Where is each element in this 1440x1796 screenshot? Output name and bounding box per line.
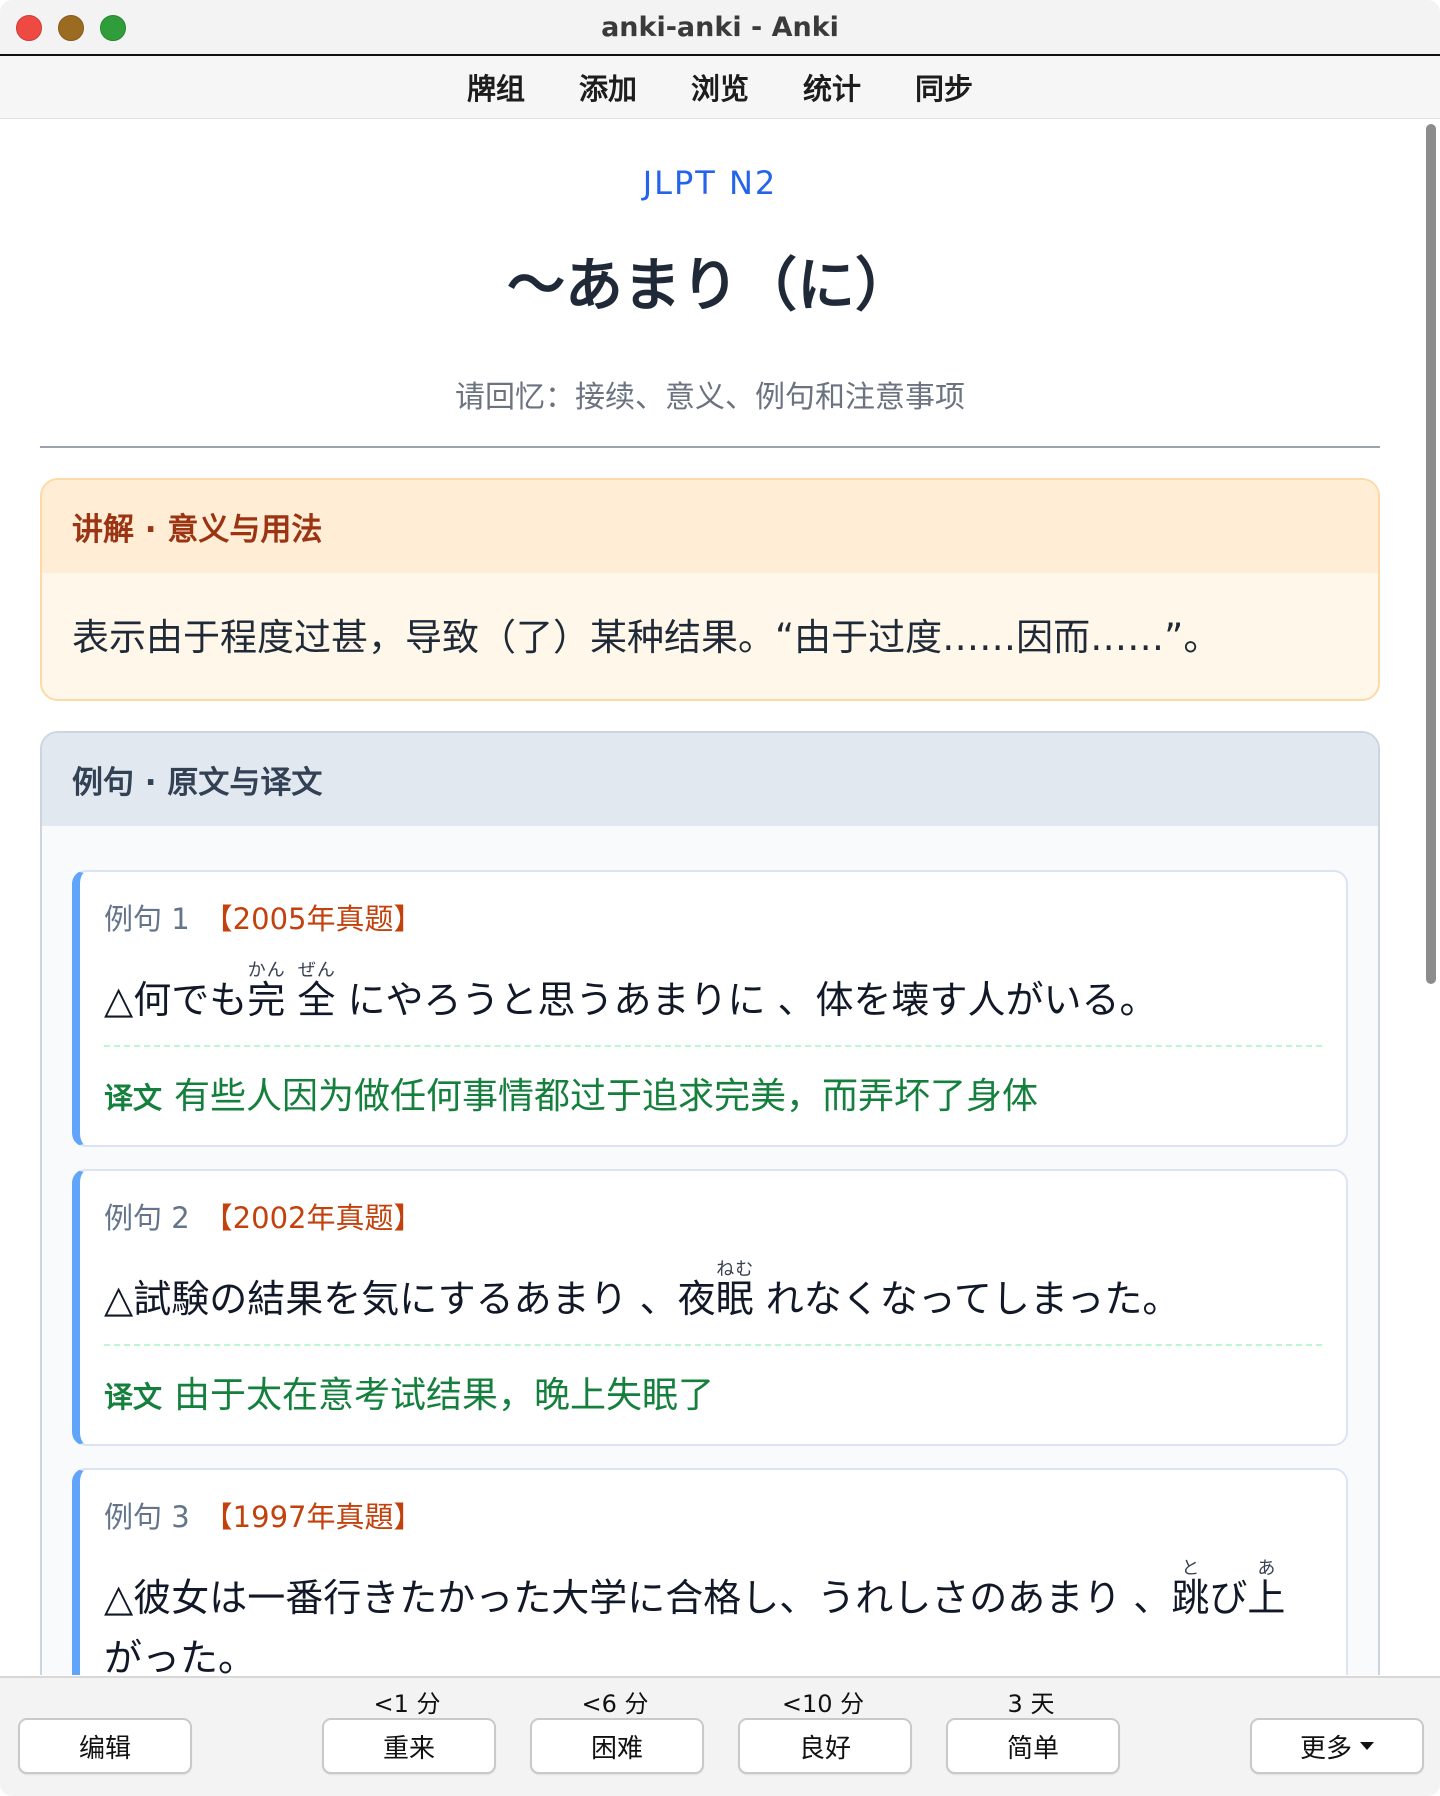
furigana: 眠ねむ (715, 1259, 754, 1321)
translation-tag: 译文 (104, 1080, 163, 1115)
again-button[interactable]: 重来 (322, 1718, 496, 1774)
reading: ぜん (297, 960, 336, 981)
kanji: 完 (247, 978, 286, 1022)
explanation-text: 表示由于程度过甚，导致（了）某种结果。“由于过度……因而……”。 (72, 616, 1221, 659)
grammar-title: ～あまり（に） (506, 251, 913, 319)
explanation-box: 讲解 · 意义与用法 表示由于程度过甚，导致（了）某种结果。“由于过度……因而…… (40, 478, 1380, 701)
example-meta: 例句 1 【2005年真题】 (104, 896, 1322, 938)
minimize-window-button[interactable] (58, 15, 84, 41)
level-label: JLPT N2 (642, 164, 778, 202)
examples-list: 例句 1 【2005年真题】 △何でも完かん 全ぜん にやろうと思うあまりに 、体… (42, 826, 1378, 1675)
example-label: 例句 3 (104, 1499, 190, 1534)
furigana: 上あ (1247, 1558, 1286, 1620)
menu-decks[interactable]: 牌组 (467, 66, 525, 108)
example-separator (104, 1044, 1322, 1047)
window-controls (16, 15, 126, 41)
zoom-window-button[interactable] (100, 15, 126, 41)
interval-easy: 3 天 (1007, 1690, 1055, 1718)
reading: かん (247, 960, 286, 981)
interval-again: <1 分 (373, 1690, 441, 1718)
example-card-3: 例句 3 【1997年真題】 △彼女は一番行きたかった大学に合格し、うれしさのあま… (72, 1467, 1348, 1675)
scrollbar-thumb[interactable] (1426, 124, 1436, 984)
edit-button[interactable]: 编辑 (18, 1718, 192, 1774)
title-bar: anki-anki - Anki (0, 0, 1440, 56)
answer-bar: 编辑 <1 分 重来 <6 分 困难 <10 分 良好 3 天 简单 更多 (0, 1676, 1440, 1796)
more-button[interactable]: 更多 (1250, 1718, 1424, 1774)
chevron-down-icon (1360, 1742, 1374, 1750)
interval-hard: <6 分 (581, 1690, 649, 1718)
kanji: 眠 (715, 1276, 754, 1321)
example-meta: 例句 2 【2002年真题】 (104, 1195, 1322, 1237)
recall-prompt: 请回忆：接续、意义、例句和注意事项 (455, 380, 965, 415)
top-menu: 牌组 添加 浏览 统计 同步 (0, 56, 1440, 119)
kanji: 跳 (1171, 1575, 1210, 1620)
jp-text: △彼女は一番行きたかった大学に合格し、うれしさのあまり 、 (104, 1575, 1172, 1620)
kanji: 全 (297, 978, 336, 1022)
translation-tag: 译文 (104, 1379, 163, 1414)
kanji: 上 (1247, 1575, 1286, 1620)
examples-box: 例句 · 原文与译文 例句 1 【2005年真题】 △何でも完かん 全ぜん にやろ… (40, 731, 1380, 1675)
more-label: 更多 (1299, 1733, 1352, 1764)
furigana: 完かん (247, 960, 286, 1022)
jp-text: び (1209, 1575, 1248, 1620)
hard-button[interactable]: 困难 (530, 1718, 704, 1774)
translation-text: 有些人因为做任何事情都过于追求完美，而弄坏了身体 (174, 1075, 1039, 1117)
close-window-button[interactable] (16, 15, 42, 41)
example-translation: 译文 有些人因为做任何事情都过于追求完美，而弄坏了身体 (104, 1067, 1322, 1119)
jp-text: △試験の結果を気にするあまり 、夜 (104, 1276, 716, 1321)
reading: と (1171, 1557, 1210, 1579)
examples-header: 例句 · 原文与译文 (42, 733, 1378, 826)
jp-text: がった。 (104, 1636, 257, 1675)
example-year: 【1997年真題】 (203, 1499, 423, 1534)
divider (40, 446, 1380, 448)
explanation-header: 讲解 · 意义与用法 (42, 480, 1378, 573)
example-card-1: 例句 1 【2005年真题】 △何でも完かん 全ぜん にやろうと思うあまりに 、体… (72, 870, 1348, 1147)
easy-button[interactable]: 简单 (946, 1718, 1120, 1774)
furigana: 全ぜん (297, 960, 336, 1022)
good-button[interactable]: 良好 (738, 1718, 912, 1774)
translation-text: 由于太在意考试结果，晚上失眠了 (174, 1374, 715, 1416)
menu-add[interactable]: 添加 (579, 66, 637, 108)
jp-text: れなくなってしまった。 (765, 1276, 1181, 1321)
menu-sync[interactable]: 同步 (915, 66, 973, 108)
example-japanese: △彼女は一番行きたかった大学に合格し、うれしさのあまり 、跳とび上あ がった。 (104, 1558, 1322, 1675)
example-japanese: △何でも完かん 全ぜん にやろうと思うあまりに 、体を壊す人がいる。 (104, 960, 1322, 1031)
reading: あ (1247, 1557, 1286, 1579)
menu-stats[interactable]: 统计 (803, 66, 861, 108)
jp-text: △何でも (104, 978, 248, 1022)
menu-browse[interactable]: 浏览 (691, 66, 749, 108)
window-title: anki-anki - Anki (601, 11, 839, 43)
example-japanese: △試験の結果を気にするあまり 、夜眠ねむ れなくなってしまった。 (104, 1259, 1322, 1330)
example-translation: 译文 由于太在意考试结果，晚上失眠了 (104, 1366, 1322, 1418)
example-separator (104, 1343, 1322, 1346)
jp-text: にやろうと思うあまりに 、体を壊す人がいる。 (347, 978, 1158, 1022)
example-meta: 例句 3 【1997年真題】 (104, 1494, 1322, 1536)
example-card-2: 例句 2 【2002年真题】 △試験の結果を気にするあまり 、夜眠ねむ れなくなっ… (72, 1168, 1348, 1446)
example-label: 例句 2 (104, 1200, 190, 1235)
example-year: 【2002年真题】 (203, 1200, 423, 1235)
anki-window: anki-anki - Anki 牌组 添加 浏览 统计 同步 JLPT N2 … (0, 0, 1440, 1796)
card-content: JLPT N2 ～あまり（に） 请回忆：接续、意义、例句和注意事项 讲解 · 意… (0, 119, 1420, 1675)
example-year: 【2005年真题】 (203, 902, 423, 936)
interval-good: <10 分 (781, 1690, 865, 1718)
example-label: 例句 1 (104, 902, 190, 936)
furigana: 跳と (1171, 1558, 1210, 1620)
reading: ねむ (715, 1258, 754, 1280)
